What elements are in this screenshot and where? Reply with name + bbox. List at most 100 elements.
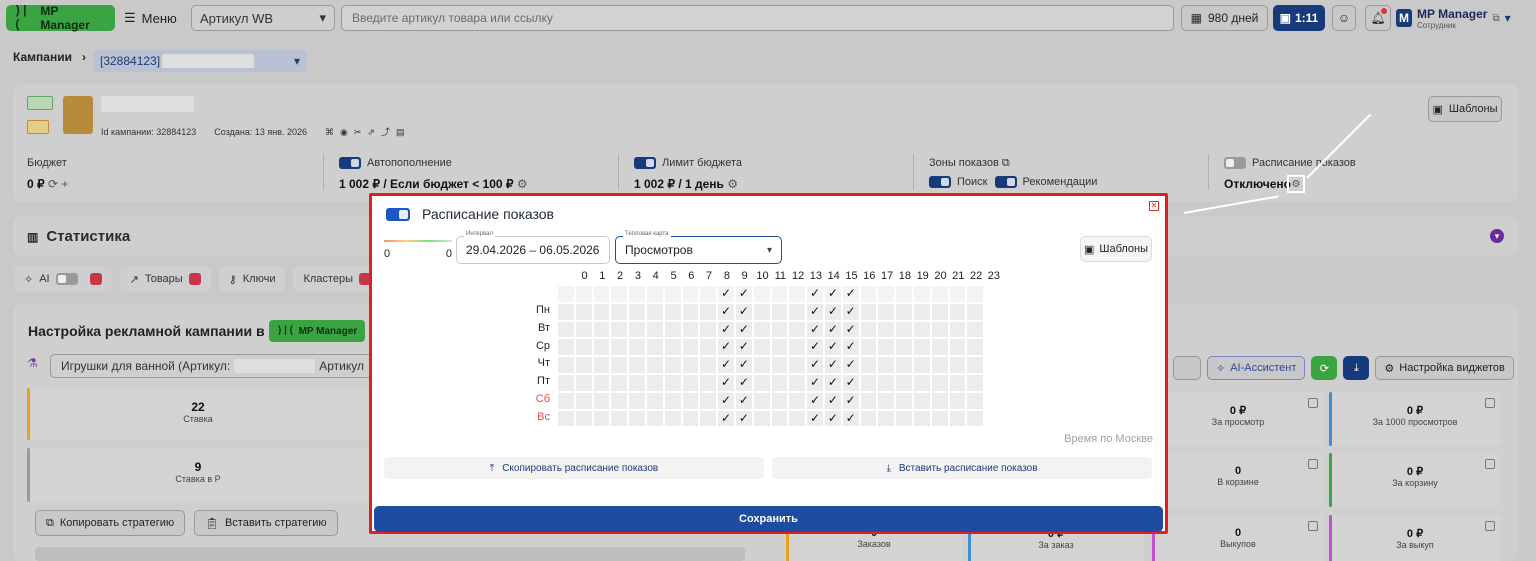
hour-toggle-cell[interactable] xyxy=(700,286,717,302)
schedule-cell[interactable] xyxy=(896,375,912,391)
chevron-down-icon[interactable]: ▾ xyxy=(1490,229,1504,243)
schedule-cell[interactable] xyxy=(700,321,717,338)
schedule-cell[interactable]: ✓ xyxy=(736,410,752,427)
schedule-cell[interactable] xyxy=(558,410,574,427)
hour-label[interactable]: 11 xyxy=(772,270,789,282)
schedule-cell[interactable] xyxy=(593,375,610,391)
schedule-cell[interactable] xyxy=(967,392,984,409)
schedule-cell[interactable]: ✓ xyxy=(807,303,823,320)
schedule-cell[interactable] xyxy=(878,339,895,356)
schedule-cell[interactable]: ✓ xyxy=(842,357,859,373)
schedule-cell[interactable] xyxy=(700,303,717,320)
schedule-cell[interactable] xyxy=(647,339,663,356)
schedule-cell[interactable] xyxy=(664,321,681,338)
schedule-cell[interactable]: ✓ xyxy=(718,339,734,356)
schedule-cell[interactable] xyxy=(914,392,930,409)
schedule-cell[interactable] xyxy=(753,303,770,320)
gear-icon[interactable]: ⚙ xyxy=(727,177,738,191)
schedule-cell[interactable] xyxy=(860,410,877,427)
schedule-cell[interactable] xyxy=(914,357,930,373)
schedule-cell[interactable]: ✓ xyxy=(842,392,859,409)
schedule-cell[interactable] xyxy=(700,375,717,391)
schedule-gear-icon[interactable]: ⚙ xyxy=(1287,175,1305,193)
schedule-cell[interactable] xyxy=(914,375,930,391)
save-button[interactable]: Сохранить xyxy=(374,506,1163,532)
hour-toggle-cell[interactable] xyxy=(931,286,948,302)
hour-toggle-cell[interactable] xyxy=(611,286,628,302)
schedule-cell[interactable] xyxy=(682,357,699,373)
schedule-cell[interactable] xyxy=(575,303,592,320)
schedule-cell[interactable] xyxy=(682,375,699,391)
schedule-cell[interactable] xyxy=(593,339,610,356)
schedule-cell[interactable]: ✓ xyxy=(718,375,734,391)
schedule-cell[interactable] xyxy=(931,339,948,356)
schedule-cell[interactable]: ✓ xyxy=(842,375,859,391)
schedule-cell[interactable] xyxy=(878,357,895,373)
schedule-cell[interactable] xyxy=(967,303,984,320)
refresh-button[interactable]: ⟳ xyxy=(1311,356,1338,380)
day-label[interactable]: Вт xyxy=(530,322,550,334)
schedule-cell[interactable] xyxy=(558,357,574,373)
schedule-cell[interactable] xyxy=(967,321,984,338)
schedule-cell[interactable] xyxy=(629,357,645,373)
schedule-cell[interactable] xyxy=(896,392,912,409)
subscription-days-button[interactable]: ▦ 980 дней xyxy=(1181,5,1268,31)
schedule-cell[interactable] xyxy=(629,410,645,427)
schedule-cell[interactable] xyxy=(575,339,592,356)
schedule-cell[interactable] xyxy=(789,392,806,409)
schedule-cell[interactable] xyxy=(949,375,966,391)
schedule-cell[interactable] xyxy=(593,392,610,409)
schedule-cell[interactable]: ✓ xyxy=(807,392,823,409)
hour-label[interactable]: 12 xyxy=(790,270,807,282)
schedule-cell[interactable] xyxy=(558,339,574,356)
schedule-cell[interactable] xyxy=(700,357,717,373)
schedule-cell[interactable] xyxy=(575,392,592,409)
schedule-cell[interactable]: ✓ xyxy=(825,375,841,391)
schedule-cell[interactable] xyxy=(789,303,806,320)
refresh-icon[interactable]: ⟳ + xyxy=(48,177,68,191)
schedule-cell[interactable] xyxy=(860,339,877,356)
hour-toggle-cell[interactable] xyxy=(664,286,681,302)
hour-label[interactable]: 14 xyxy=(825,270,842,282)
schedule-cell[interactable]: ✓ xyxy=(825,339,841,356)
schedule-cell[interactable]: ✓ xyxy=(718,357,734,373)
copy-schedule-button[interactable]: ⤒ Скопировать расписание показов xyxy=(384,457,764,479)
schedule-toggle[interactable] xyxy=(1224,157,1246,170)
hour-toggle-cell[interactable] xyxy=(682,286,699,302)
widgets-settings-button[interactable]: ⚙ Настройка виджетов xyxy=(1375,356,1514,380)
schedule-cell[interactable] xyxy=(789,410,806,427)
day-label[interactable]: Вс xyxy=(530,411,550,423)
schedule-cell[interactable]: ✓ xyxy=(825,321,841,338)
hour-toggle-cell[interactable] xyxy=(967,286,984,302)
hour-label[interactable]: 0 xyxy=(576,270,593,282)
hour-label[interactable]: 13 xyxy=(807,270,824,282)
schedule-cell[interactable]: ✓ xyxy=(807,410,823,427)
schedule-cell[interactable] xyxy=(664,303,681,320)
schedule-cell[interactable] xyxy=(664,339,681,356)
hour-toggle-cell[interactable] xyxy=(878,286,895,302)
schedule-cell[interactable]: ✓ xyxy=(736,375,752,391)
chip-keys[interactable]: ⚷ Ключи xyxy=(218,266,286,292)
close-icon[interactable]: ✕ xyxy=(1149,201,1159,211)
hour-label[interactable]: 23 xyxy=(985,270,1002,282)
hour-label[interactable]: 8 xyxy=(718,270,735,282)
product-select[interactable]: Игрушки для ванной (Артикул: Артикул xyxy=(50,354,375,378)
schedule-cell[interactable] xyxy=(611,357,628,373)
schedule-cell[interactable] xyxy=(647,321,663,338)
ai-toggle[interactable] xyxy=(55,273,78,285)
hour-toggle-cell[interactable]: ✓ xyxy=(807,286,823,302)
schedule-cell[interactable] xyxy=(967,357,984,373)
schedule-cell[interactable] xyxy=(949,410,966,427)
schedule-cell[interactable] xyxy=(682,303,699,320)
schedule-cell[interactable] xyxy=(575,357,592,373)
schedule-cell[interactable] xyxy=(789,321,806,338)
hour-label[interactable]: 15 xyxy=(843,270,860,282)
schedule-cell[interactable] xyxy=(593,357,610,373)
gear-icon[interactable]: ⚙ xyxy=(517,177,528,191)
hour-toggle-cell[interactable] xyxy=(896,286,912,302)
hour-toggle-cell[interactable]: ✓ xyxy=(825,286,841,302)
hour-label[interactable]: 22 xyxy=(968,270,985,282)
hour-toggle-cell[interactable]: ✓ xyxy=(718,286,734,302)
chip-ai[interactable]: ✧ AI xyxy=(14,266,112,292)
search-input[interactable]: Введите артикул товара или ссылку xyxy=(341,5,1174,31)
